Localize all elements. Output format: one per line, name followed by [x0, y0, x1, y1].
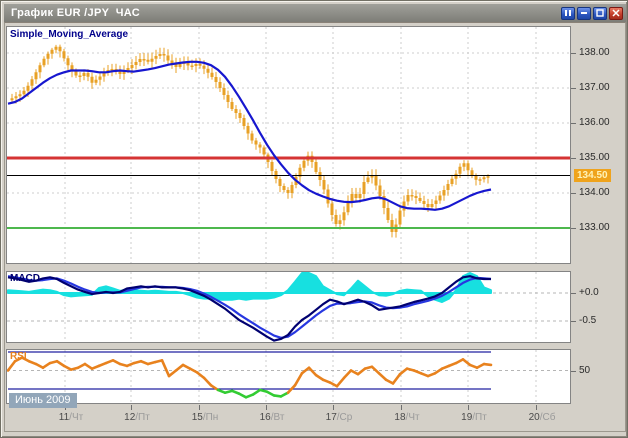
time-axis-tick: [333, 405, 334, 410]
close-button[interactable]: [609, 7, 623, 20]
price-chart-panel[interactable]: [6, 26, 571, 264]
rsi-axis-label: 50: [579, 365, 590, 376]
price-axis-tick: [571, 88, 576, 89]
pause-icon: [564, 9, 572, 17]
window-controls: [561, 7, 623, 20]
minimize-button[interactable]: [577, 7, 591, 20]
rsi-axis-tick: [571, 371, 576, 372]
time-axis-label: 18/Чт: [385, 412, 429, 423]
rsi-canvas: [7, 350, 570, 403]
time-axis-label: 12/Пт: [115, 412, 159, 423]
time-axis-label: 20/Сб: [520, 412, 564, 423]
time-axis-label: 11/Чт: [49, 412, 93, 423]
time-axis-tick: [401, 405, 402, 410]
time-axis-tick: [131, 405, 132, 410]
price-chart-canvas: [7, 27, 570, 263]
price-axis-tick: [571, 53, 576, 54]
time-axis-label: 17/Ср: [317, 412, 361, 423]
time-axis-tick: [199, 405, 200, 410]
macd-axis-tick: [571, 293, 576, 294]
price-axis-label: 134.00: [579, 187, 610, 198]
price-axis-tick: [571, 158, 576, 159]
macd-axis-label: -0.5: [579, 315, 596, 326]
time-axis-tick: [536, 405, 537, 410]
pause-button[interactable]: [561, 7, 575, 20]
chart-window: Simple_Moving_Average MACD RSI 134.50 Ию…: [0, 0, 628, 438]
macd-axis-tick: [571, 321, 576, 322]
minimize-icon: [580, 9, 588, 17]
window-title: График EUR /JPY ЧАС: [11, 7, 140, 19]
price-axis-label: 138.00: [579, 47, 610, 58]
macd-panel[interactable]: [6, 271, 571, 343]
price-axis-label: 136.00: [579, 117, 610, 128]
price-axis-label: 137.00: [579, 82, 610, 93]
close-icon: [612, 9, 620, 17]
time-axis-tick: [266, 405, 267, 410]
macd-canvas: [7, 272, 570, 342]
macd-axis-label: +0.0: [579, 287, 599, 298]
maximize-icon: [596, 9, 604, 17]
price-axis-label: 135.00: [579, 152, 610, 163]
title-bar[interactable]: График EUR /JPY ЧАС: [4, 4, 626, 22]
price-axis-tick: [571, 193, 576, 194]
time-axis-tick: [468, 405, 469, 410]
time-axis-label: 15/Пн: [183, 412, 227, 423]
month-badge: Июнь 2009: [9, 393, 77, 408]
time-axis-label: 19/Пт: [452, 412, 496, 423]
macd-indicator-label: MACD: [10, 273, 40, 284]
current-price-badge: 134.50: [574, 169, 611, 182]
price-axis-label: 133.00: [579, 222, 610, 233]
price-axis-tick: [571, 228, 576, 229]
price-axis-tick: [571, 123, 576, 124]
rsi-panel[interactable]: [6, 349, 571, 404]
time-axis-label: 16/Вт: [250, 412, 294, 423]
rsi-indicator-label: RSI: [10, 351, 27, 362]
sma-indicator-label: Simple_Moving_Average: [10, 29, 128, 40]
maximize-button[interactable]: [593, 7, 607, 20]
